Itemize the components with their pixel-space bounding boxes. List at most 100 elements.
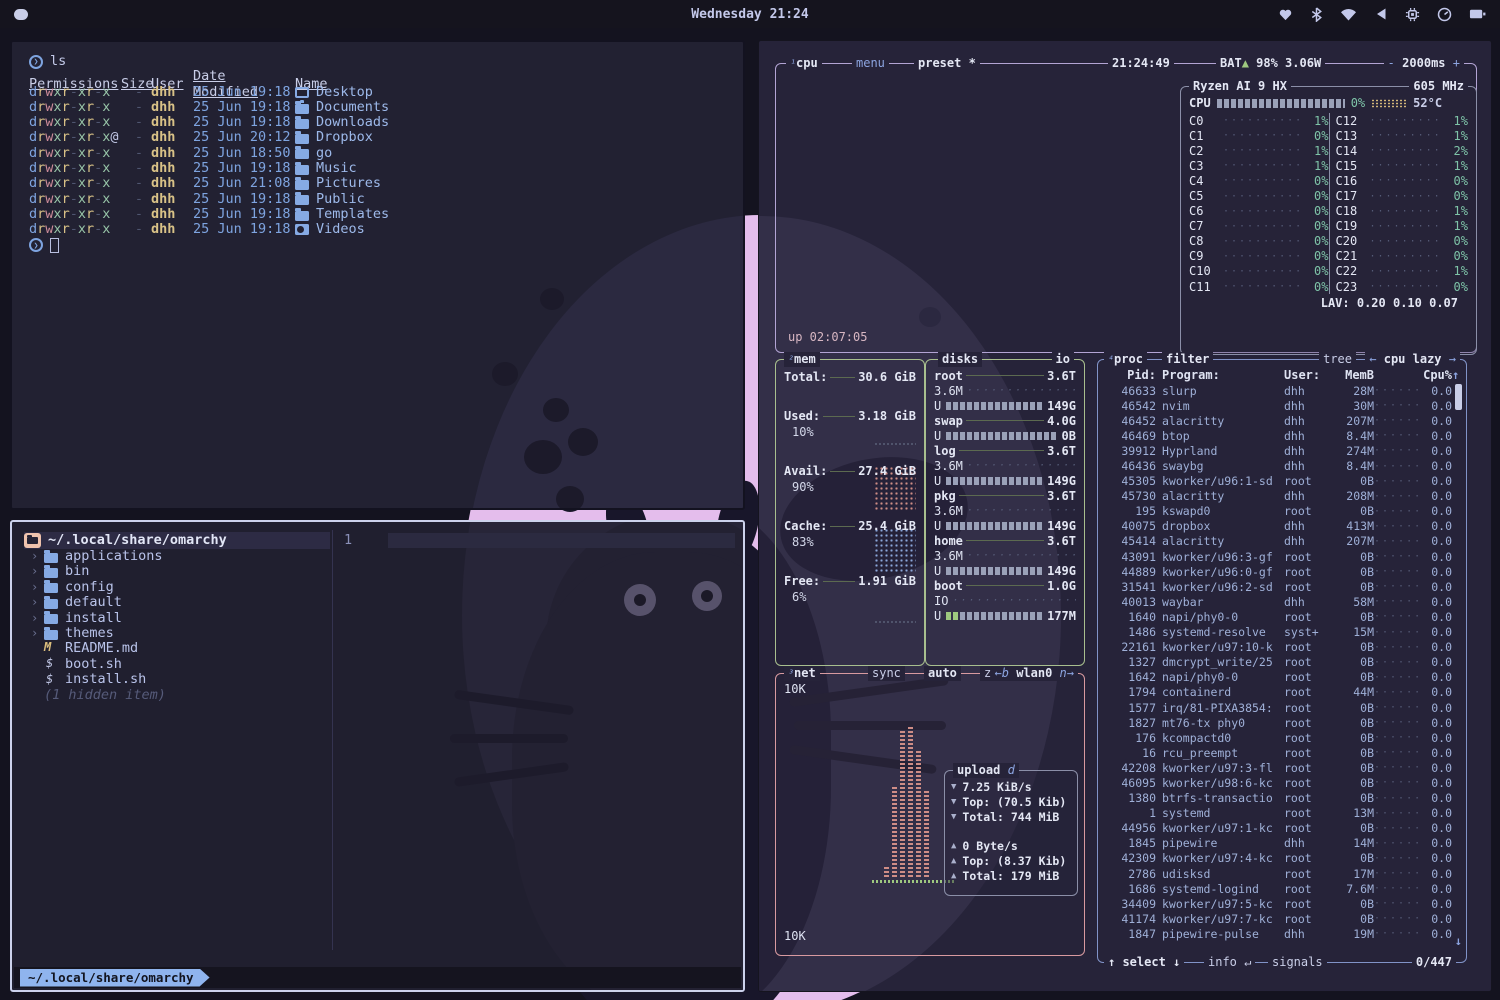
size: - <box>121 146 149 161</box>
tab-io[interactable]: io <box>1052 352 1074 367</box>
process-meter: ········· <box>1374 657 1420 668</box>
process-row[interactable]: 1686 systemd-logind root 7.6M ········· … <box>1106 881 1460 896</box>
process-row[interactable]: 46095 kworker/u98:6-kc root 0B ·········… <box>1106 775 1460 790</box>
process-row[interactable]: 1827 mt76-tx phy0 root 0B ········· 0.0 <box>1106 715 1460 730</box>
process-row[interactable]: 45730 alacritty dhh 208M ········· 0.0 <box>1106 489 1460 504</box>
process-row[interactable]: 195 kswapd0 root 0B ········· 0.0 <box>1106 504 1460 519</box>
process-mem: 207M <box>1330 414 1374 428</box>
file-row[interactable]: README.md <box>24 641 330 656</box>
process-user: root <box>1284 867 1330 881</box>
file-row[interactable]: › bin <box>24 564 330 579</box>
uptime: up 02:07:05 <box>788 330 867 344</box>
col-cpu[interactable]: Cpu% <box>1420 368 1452 382</box>
current-dir-row[interactable]: ~/.local/share/omarchy <box>24 532 330 549</box>
net-auto-toggle[interactable]: auto <box>924 666 961 681</box>
tab-net[interactable]: ³net <box>784 666 820 681</box>
tree-toggle[interactable]: tree <box>1319 352 1356 367</box>
process-row[interactable]: 43091 kworker/u96:3-gf root 0B ·········… <box>1106 549 1460 564</box>
tab-disks[interactable]: disks <box>938 352 982 367</box>
process-name: alacritty <box>1162 489 1284 503</box>
process-row[interactable]: 44889 kworker/u96:0-gf root 0B ·········… <box>1106 564 1460 579</box>
process-row[interactable]: 2786 udisksd root 17M ········· 0.0 <box>1106 866 1460 881</box>
system-tray <box>1278 0 1486 28</box>
process-row[interactable]: 1486 systemd-resolve syst+ 15M ·········… <box>1106 625 1460 640</box>
process-row[interactable]: 44956 kworker/u97:1-kc root 0B ·········… <box>1106 821 1460 836</box>
wifi-icon[interactable] <box>1340 7 1357 21</box>
command-line: ❯ ls <box>29 54 743 69</box>
menu-button[interactable]: menu <box>852 56 889 71</box>
file-row[interactable]: boot.sh <box>24 657 330 672</box>
info-hint[interactable]: info ↵ <box>1204 955 1255 970</box>
process-mem: 208M <box>1330 489 1374 503</box>
process-row[interactable]: 22161 kworker/u97:10-k root 0B ·········… <box>1106 640 1460 655</box>
process-row[interactable]: 46436 swaybg dhh 8.4M ········· 0.0 <box>1106 458 1460 473</box>
process-row[interactable]: 1642 napi/phy0-0 root 0B ········· 0.0 <box>1106 670 1460 685</box>
process-row[interactable]: 1845 pipewire dhh 14M ········· 0.0 <box>1106 836 1460 851</box>
scrollbar-thumb[interactable] <box>1455 384 1462 410</box>
process-row[interactable]: 42309 kworker/u97:4-kc root 0B ·········… <box>1106 851 1460 866</box>
updates-icon[interactable] <box>1278 7 1293 22</box>
net-panel-title[interactable]: upload d <box>953 763 1019 778</box>
scroll-down-icon[interactable]: ↓ <box>1455 934 1462 948</box>
process-row[interactable]: 1577 irq/81-PIXA3854: root 0B ········· … <box>1106 700 1460 715</box>
process-cpu: 0.0 <box>1420 897 1452 911</box>
select-hint[interactable]: ↑ select ↓ <box>1104 955 1184 970</box>
process-row[interactable]: 176 kcompactd0 root 0B ········· 0.0 <box>1106 730 1460 745</box>
process-row[interactable]: 46542 nvim dhh 30M ········· 0.0 <box>1106 398 1460 413</box>
process-row[interactable]: 41174 kworker/u97:7-kc root 0B ·········… <box>1106 911 1460 926</box>
process-row[interactable]: 1847 pipewire-pulse dhh 19M ········· 0.… <box>1106 926 1460 941</box>
net-interface[interactable]: ←b wlan0 n→ <box>991 666 1079 681</box>
process-row[interactable]: 40075 dropbox dhh 413M ········· 0.0 <box>1106 519 1460 534</box>
process-row[interactable]: 40013 waybar dhh 58M ········· 0.0 <box>1106 594 1460 609</box>
col-pid[interactable]: Pid: <box>1106 368 1162 382</box>
process-row[interactable]: 45414 alacritty dhh 207M ········· 0.0 <box>1106 534 1460 549</box>
disk-used: 0B <box>1062 429 1076 443</box>
col-user[interactable]: User: <box>1284 368 1330 382</box>
core-id: C0 <box>1189 114 1223 128</box>
prompt-line[interactable]: ❯ <box>29 238 743 253</box>
process-row[interactable]: 1380 btrfs-transactio root 0B ········· … <box>1106 791 1460 806</box>
cpu-icon[interactable] <box>1405 7 1420 22</box>
core-row: C3 ················ 1% <box>1189 158 1329 173</box>
process-row[interactable]: 1 systemd root 13M ········· 0.0 <box>1106 806 1460 821</box>
process-row[interactable]: 16 rcu_preempt root 0B ········· 0.0 <box>1106 745 1460 760</box>
disk-used-label: U <box>934 519 941 533</box>
process-row[interactable]: 45305 kworker/u96:1-sd root 0B ·········… <box>1106 474 1460 489</box>
process-row[interactable]: 31541 kworker/u96:2-sd root 0B ·········… <box>1106 579 1460 594</box>
process-mem: 0B <box>1330 851 1374 865</box>
process-count: 0/447 <box>1412 955 1456 970</box>
sort-selector[interactable]: ← cpu lazy → <box>1365 352 1460 367</box>
process-row[interactable]: 42208 kworker/u97:3-fl root 0B ·········… <box>1106 760 1460 775</box>
preset-button[interactable]: preset * <box>914 56 980 71</box>
col-program[interactable]: Program: <box>1162 368 1284 382</box>
battery-icon[interactable] <box>1469 7 1486 21</box>
volume-icon[interactable] <box>1374 7 1388 21</box>
process-row[interactable]: 1327 dmcrypt_write/25 root 0B ········· … <box>1106 655 1460 670</box>
process-row[interactable]: 46469 btop dhh 8.4M ········· 0.0 <box>1106 428 1460 443</box>
file-row[interactable]: › config <box>24 580 330 595</box>
process-user: dhh <box>1284 444 1330 458</box>
process-row[interactable]: 34409 kworker/u97:5-kc root 0B ·········… <box>1106 896 1460 911</box>
file-row[interactable]: › install <box>24 611 330 626</box>
net-sync-toggle[interactable]: sync <box>868 666 905 681</box>
process-row[interactable]: 1794 containerd root 44M ········· 0.0 <box>1106 685 1460 700</box>
file-row[interactable]: › themes <box>24 626 330 641</box>
process-row[interactable]: 46452 alacritty dhh 207M ········· 0.0 <box>1106 413 1460 428</box>
gauge-icon[interactable] <box>1437 7 1452 22</box>
process-row[interactable]: 39912 Hyprland dhh 274M ········· 0.0 <box>1106 443 1460 458</box>
file-row[interactable]: › applications <box>24 549 330 564</box>
bluetooth-icon[interactable] <box>1310 7 1323 22</box>
col-memb[interactable]: MemB <box>1330 368 1374 382</box>
tab-cpu[interactable]: ¹cpu <box>786 56 822 71</box>
process-cpu: 0.0 <box>1420 414 1452 428</box>
process-user: dhh <box>1284 489 1330 503</box>
process-row[interactable]: 1640 napi/phy0-0 root 0B ········· 0.0 <box>1106 609 1460 624</box>
net-stats-panel: upload d ▼7.25 KiB/s ▼Top: (70.5 Kib) ▼T… <box>944 770 1078 896</box>
signals-hint[interactable]: signals <box>1268 955 1327 970</box>
file-row[interactable]: › default <box>24 595 330 610</box>
file-row[interactable]: install.sh <box>24 672 330 687</box>
tab-proc[interactable]: ⁴proc <box>1104 352 1147 367</box>
refresh-interval[interactable]: - 2000ms + <box>1384 56 1464 71</box>
process-row[interactable]: 46633 slurp dhh 28M ········· 0.0 <box>1106 383 1460 398</box>
filter-button[interactable]: filter <box>1162 352 1213 367</box>
